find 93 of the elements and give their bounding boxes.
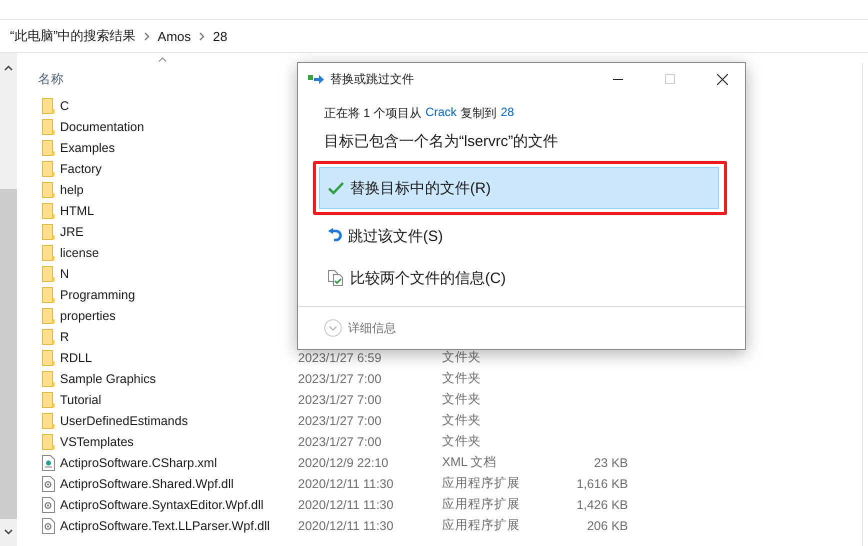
close-icon (716, 74, 728, 84)
option-button[interactable]: 替换目标中的文件(R) (319, 167, 719, 209)
dll-file-icon (42, 496, 55, 512)
modified-date: 2020/12/11 11:30 (298, 518, 394, 532)
sort-caret-icon (158, 57, 167, 62)
file-name[interactable]: Factory (58, 162, 298, 176)
maximize-icon (665, 74, 675, 84)
folder-icon (42, 182, 55, 198)
folder-icon (42, 350, 55, 366)
dll-file-icon (42, 518, 55, 534)
file-type: 应用程序扩展 (442, 496, 521, 513)
dialog-heading: 目标已包含一个名为“lservrc”的文件 (324, 132, 560, 151)
file-type: 应用程序扩展 (442, 517, 521, 534)
file-type: 文件夹 (442, 433, 482, 450)
file-name[interactable]: JRE (58, 224, 298, 238)
folder-icon (42, 140, 55, 156)
folder-icon (42, 370, 55, 386)
chevron-icon (198, 32, 205, 40)
source-link[interactable]: Crack (425, 105, 457, 122)
folder-icon (42, 244, 55, 260)
file-size: 1,616 KB (576, 476, 628, 490)
option-button[interactable]: 比较两个文件的信息(C) (319, 257, 719, 299)
file-name[interactable]: UserDefinedEstimands (58, 414, 298, 428)
details-toggle[interactable]: 详细信息 (324, 319, 396, 337)
modified-date: 2023/1/27 7:00 (298, 372, 382, 386)
file-name[interactable]: ActiproSoftware.SyntaxEditor.Wpf.dll (58, 498, 298, 512)
folder-icon (42, 328, 55, 344)
scroll-up-icon[interactable] (4, 65, 13, 71)
file-name[interactable]: ActiproSoftware.Shared.Wpf.dll (58, 476, 298, 490)
folder-icon (42, 160, 55, 176)
folder-icon (42, 392, 55, 408)
modified-date: 2023/1/27 6:59 (298, 350, 382, 364)
folder-icon (42, 266, 55, 282)
folder-icon (42, 308, 55, 324)
file-type: 文件夹 (442, 370, 482, 387)
modified-date: 2023/1/27 7:00 (298, 434, 382, 448)
file-name[interactable]: RDLL (58, 350, 298, 364)
scroll-down-icon[interactable] (4, 529, 13, 535)
modified-date: 2023/1/27 7:00 (298, 392, 382, 406)
file-name[interactable]: VSTemplates (58, 434, 298, 448)
breadcrumb-item[interactable]: Amos (158, 28, 191, 44)
modified-date: 2023/1/27 7:00 (298, 414, 382, 428)
copy-arrow-icon (308, 74, 324, 84)
checkmark-icon (328, 181, 344, 195)
dll-file-icon (42, 476, 55, 492)
folder-icon (42, 224, 55, 240)
folder-icon (42, 434, 55, 450)
modified-date: 2020/12/11 11:30 (298, 498, 394, 512)
folder-icon (42, 286, 55, 302)
file-type: 文件夹 (442, 349, 482, 366)
folder-icon (42, 98, 55, 114)
compare-files-icon (328, 270, 344, 286)
file-name[interactable]: properties (58, 308, 298, 322)
chevron-icon (144, 32, 150, 40)
file-size: 206 KB (586, 518, 628, 532)
modified-date: 2020/12/9 22:10 (298, 456, 390, 470)
folder-icon (42, 412, 55, 428)
file-type: 文件夹 (442, 391, 482, 408)
file-name[interactable]: Programming (58, 288, 298, 302)
undo-arrow-icon (328, 228, 342, 244)
file-name[interactable]: ActiproSoftware.CSharp.xml (58, 456, 298, 470)
option-button[interactable]: 跳过该文件(S) (319, 215, 719, 257)
dialog-title: 替换或跳过文件 (330, 70, 415, 88)
file-name[interactable]: license (58, 246, 298, 260)
file-name[interactable]: help (58, 182, 298, 196)
file-name[interactable]: Sample Graphics (58, 372, 298, 386)
scrollbar-thumb[interactable] (0, 189, 17, 519)
file-size: 1,426 KB (576, 498, 628, 512)
breadcrumb-item[interactable]: 28 (212, 28, 228, 44)
file-name[interactable]: R (58, 330, 298, 344)
status-text: 正在将 1 个项目从 (324, 105, 422, 122)
folder-icon (42, 118, 55, 134)
expand-circle-icon (324, 319, 342, 337)
file-name[interactable]: C (58, 98, 298, 112)
status-text: 复制到 (460, 105, 497, 122)
xml-file-icon (42, 454, 55, 470)
file-size: 23 KB (592, 456, 628, 470)
file-type: XML 文档 (442, 454, 498, 471)
minimize-icon (613, 78, 623, 80)
breadcrumb-item[interactable]: “此电脑”中的搜索结果 (10, 27, 136, 45)
file-name[interactable]: Tutorial (58, 392, 298, 406)
file-name[interactable]: ActiproSoftware.Text.LLParser.Wpf.dll (58, 518, 298, 532)
file-name[interactable]: N (58, 266, 298, 280)
target-link[interactable]: 28 (500, 105, 514, 122)
scrollbar[interactable] (0, 53, 17, 546)
file-type: 应用程序扩展 (442, 475, 521, 492)
folder-icon (42, 202, 55, 218)
file-type: 文件夹 (442, 412, 482, 429)
file-name[interactable]: Examples (58, 140, 298, 154)
column-header[interactable]: 名称 (38, 70, 64, 88)
file-name[interactable]: Documentation (58, 120, 298, 134)
modified-date: 2020/12/11 11:30 (298, 476, 394, 490)
file-name[interactable]: HTML (58, 204, 298, 218)
